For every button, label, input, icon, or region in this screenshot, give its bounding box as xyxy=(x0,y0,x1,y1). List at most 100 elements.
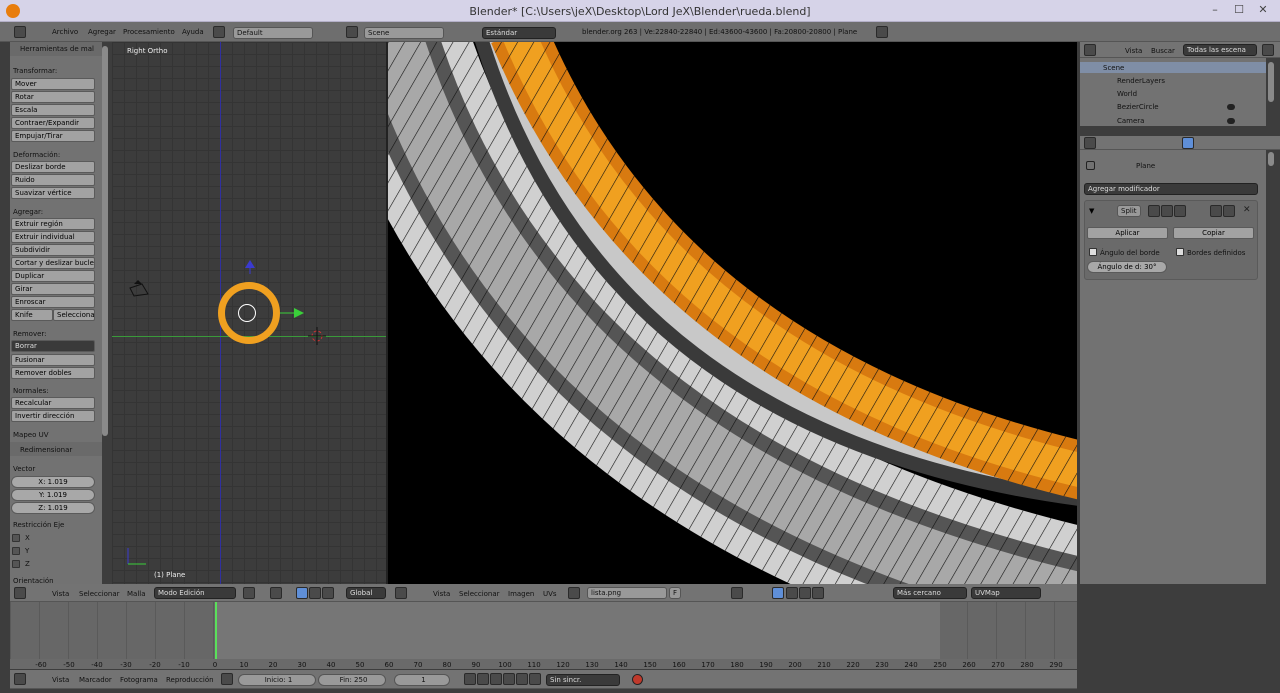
add-modifier-dropdown[interactable]: Agregar modificador xyxy=(1084,183,1258,195)
ruido-button[interactable]: Ruido xyxy=(11,174,95,186)
outliner-editor-type-icon[interactable] xyxy=(1084,44,1096,56)
timeline-editor-type-icon[interactable] xyxy=(14,673,26,685)
modifier-name-field[interactable]: Split xyxy=(1117,205,1141,217)
pin-icon[interactable] xyxy=(1086,161,1095,170)
recalcular-button[interactable]: Recalcular xyxy=(11,397,95,409)
prev-keyframe-icon[interactable] xyxy=(477,673,489,685)
outliner-menu-vista[interactable]: Vista xyxy=(1125,47,1142,55)
preview-range-icon[interactable] xyxy=(221,673,233,685)
maximize-button[interactable]: ☐ xyxy=(1230,2,1248,18)
fake-user-button[interactable]: F xyxy=(669,587,681,599)
play-icon[interactable] xyxy=(503,673,515,685)
outliner-camera[interactable]: Camera xyxy=(1117,117,1144,125)
editmode-toggle-icon[interactable] xyxy=(1174,205,1186,217)
modifier-tab-icon[interactable] xyxy=(1182,137,1194,149)
remove-modifier-icon[interactable]: ✕ xyxy=(1243,205,1251,215)
sync-selector[interactable]: Sin sincr. xyxy=(546,674,620,686)
escala-button[interactable]: Escala xyxy=(11,104,95,116)
duplicar-button[interactable]: Duplicar xyxy=(11,270,95,282)
move-down-icon[interactable] xyxy=(1223,205,1235,217)
start-frame-field[interactable]: Inicio: 1 xyxy=(238,674,316,686)
loop-cut-button[interactable]: Cortar y deslizar bucle xyxy=(11,257,95,269)
play-reverse-icon[interactable] xyxy=(490,673,502,685)
sampling-selector[interactable]: Más cercano xyxy=(893,587,967,599)
timeline-menu-vista[interactable]: Vista xyxy=(52,676,69,684)
deslizar-borde-button[interactable]: Deslizar borde xyxy=(11,161,95,173)
uv-menu-imagen[interactable]: Imagen xyxy=(508,590,534,598)
uv-editor-type-icon[interactable] xyxy=(395,587,407,599)
screen-layout-icon[interactable] xyxy=(213,26,225,38)
next-keyframe-icon[interactable] xyxy=(516,673,528,685)
menu-archivo[interactable]: Archivo xyxy=(52,28,78,36)
vector-z-field[interactable]: Z: 1.019 xyxy=(11,502,95,514)
view3d-menu-seleccionar[interactable]: Seleccionar xyxy=(79,590,120,598)
3d-viewport[interactable]: Right Ortho (1) Plane xyxy=(112,42,386,584)
view3d-menu-malla[interactable]: Malla xyxy=(127,590,146,598)
empujar-button[interactable]: Empujar/Tirar xyxy=(11,130,95,142)
face-select-icon[interactable] xyxy=(812,587,824,599)
suavizar-button[interactable]: Suavizar vértice xyxy=(11,187,95,199)
rotar-button[interactable]: Rotar xyxy=(11,91,95,103)
knife-select-button[interactable]: Seleccionar xyxy=(53,309,95,321)
knife-button[interactable]: Knife xyxy=(11,309,53,321)
3d-cursor-icon[interactable] xyxy=(308,327,326,345)
view3d-editor-type-icon[interactable] xyxy=(14,587,26,599)
uv-image-editor[interactable] xyxy=(388,42,1077,584)
layout-selector[interactable]: Default xyxy=(233,27,313,39)
edge-angle-checkbox[interactable] xyxy=(1089,248,1097,256)
current-frame-field[interactable]: 1 xyxy=(394,674,450,686)
timeline-menu-reproduccion[interactable]: Reproducción xyxy=(166,676,214,684)
extruir-region-button[interactable]: Extruir región xyxy=(11,218,95,230)
outliner-filter-selector[interactable]: Todas las escena xyxy=(1183,44,1257,56)
extruir-individual-button[interactable]: Extruir individual xyxy=(11,231,95,243)
copy-button[interactable]: Copiar xyxy=(1173,227,1254,239)
contraer-button[interactable]: Contraer/Expandir xyxy=(11,117,95,129)
end-frame-field[interactable]: Fin: 250 xyxy=(318,674,386,686)
uv-header[interactable]: Mapeo UV xyxy=(13,431,49,439)
jump-start-icon[interactable] xyxy=(464,673,476,685)
invertir-button[interactable]: Invertir dirección xyxy=(11,410,95,422)
viewport-toggle-icon[interactable] xyxy=(1161,205,1173,217)
split-angle-field[interactable]: Ángulo de d: 30° xyxy=(1087,261,1167,273)
tool-shelf-scrollbar[interactable] xyxy=(102,46,108,436)
visibility-eye-icon[interactable] xyxy=(1227,118,1235,124)
properties-scrollbar[interactable] xyxy=(1268,152,1274,166)
outliner-search-icon[interactable] xyxy=(1262,44,1274,56)
menu-agregar[interactable]: Agregar xyxy=(88,28,116,36)
apply-button[interactable]: Aplicar xyxy=(1087,227,1168,239)
move-up-icon[interactable] xyxy=(1210,205,1222,217)
close-button[interactable]: ✕ xyxy=(1254,2,1272,18)
transform-gizmo-up-icon[interactable] xyxy=(245,260,255,274)
current-frame-marker[interactable] xyxy=(215,602,217,659)
enroscar-button[interactable]: Enroscar xyxy=(11,296,95,308)
shading-icon[interactable] xyxy=(243,587,255,599)
mover-button[interactable]: Mover xyxy=(11,78,95,90)
axis-x-checkbox[interactable] xyxy=(12,534,20,542)
transform-gizmo-right-icon[interactable] xyxy=(280,308,304,318)
mode-selector[interactable]: Modo Edición xyxy=(154,587,236,599)
render-engine-selector[interactable]: Estándar xyxy=(482,27,556,39)
translate-icon[interactable] xyxy=(309,587,321,599)
expand-arrow-icon[interactable]: ▼ xyxy=(1089,207,1094,215)
outliner-scrollbar[interactable] xyxy=(1268,62,1274,102)
image-name-field[interactable]: lista.png xyxy=(587,587,667,599)
sync-select-icon[interactable] xyxy=(772,587,784,599)
outliner-renderlayers[interactable]: RenderLayers xyxy=(1117,77,1165,85)
pivot-icon[interactable] xyxy=(270,587,282,599)
record-icon[interactable] xyxy=(632,674,643,685)
rotate-icon[interactable] xyxy=(322,587,334,599)
image-icon[interactable] xyxy=(568,587,580,599)
uv-menu-vista[interactable]: Vista xyxy=(433,590,450,598)
minimize-button[interactable]: – xyxy=(1206,2,1224,18)
tool-shelf-title[interactable]: Herramientas de mal xyxy=(20,45,94,53)
vector-x-field[interactable]: X: 1.019 xyxy=(11,476,95,488)
borrar-dropdown[interactable]: Borrar xyxy=(11,340,95,352)
vertex-select-icon[interactable] xyxy=(786,587,798,599)
orientation-selector[interactable]: Global xyxy=(346,587,386,599)
properties-editor-type-icon[interactable] xyxy=(1084,137,1096,149)
scene-selector[interactable]: Scene xyxy=(364,27,444,39)
uv-menu-uvs[interactable]: UVs xyxy=(543,590,557,598)
outliner-menu-buscar[interactable]: Buscar xyxy=(1151,47,1175,55)
outliner-scene[interactable]: Scene xyxy=(1103,64,1124,72)
jump-end-icon[interactable] xyxy=(529,673,541,685)
